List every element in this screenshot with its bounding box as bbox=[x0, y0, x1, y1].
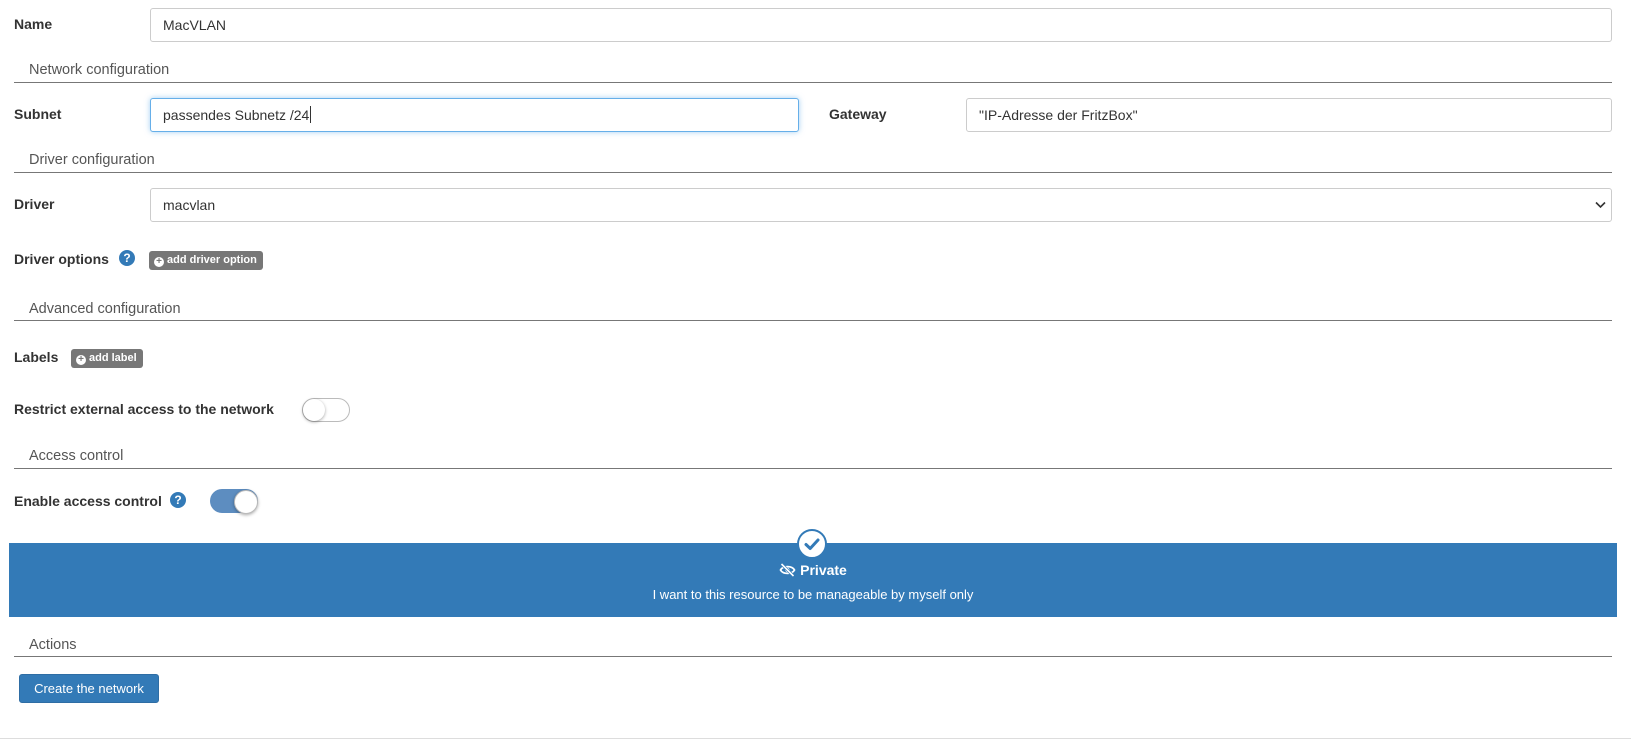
driver-select-value: macvlan bbox=[163, 197, 216, 213]
plus-circle-icon: + bbox=[154, 257, 164, 267]
actions-divider bbox=[14, 656, 1612, 657]
question-icon[interactable]: ? bbox=[119, 250, 135, 266]
name-label: Name bbox=[14, 16, 53, 32]
page-bottom-divider bbox=[0, 738, 1631, 739]
restrict-access-toggle[interactable] bbox=[302, 398, 350, 422]
toggle-knob bbox=[234, 490, 258, 514]
add-driver-option-button[interactable]: + add driver option bbox=[149, 251, 263, 270]
driver-configuration-divider bbox=[14, 172, 1612, 173]
driver-configuration-title: Driver configuration bbox=[29, 152, 155, 168]
subnet-input-value: passendes Subnetz /24 bbox=[163, 107, 310, 123]
network-configuration-title: Network configuration bbox=[29, 62, 170, 78]
access-control-title: Access control bbox=[29, 448, 124, 464]
subnet-label: Subnet bbox=[14, 106, 62, 122]
gateway-input-value: "IP-Adresse der FritzBox" bbox=[979, 107, 1138, 123]
gateway-label: Gateway bbox=[829, 106, 887, 122]
subnet-input[interactable]: passendes Subnetz /24 bbox=[150, 98, 799, 132]
question-icon[interactable]: ? bbox=[170, 492, 186, 508]
chevron-down-icon bbox=[1595, 201, 1606, 209]
labels-label: Labels bbox=[14, 349, 59, 365]
restrict-access-label: Restrict external access to the network bbox=[14, 401, 274, 417]
private-title-row: Private bbox=[9, 562, 1617, 578]
driver-select[interactable]: macvlan bbox=[150, 188, 1612, 222]
driver-label: Driver bbox=[14, 196, 55, 212]
actions-title: Actions bbox=[29, 637, 77, 653]
network-configuration-divider bbox=[14, 82, 1612, 83]
toggle-knob bbox=[303, 399, 325, 421]
access-control-divider bbox=[14, 468, 1612, 469]
create-network-button[interactable]: Create the network bbox=[19, 674, 159, 703]
enable-access-control-label: Enable access control bbox=[14, 493, 162, 509]
name-input-value: MacVLAN bbox=[163, 17, 227, 33]
advanced-configuration-title: Advanced configuration bbox=[29, 301, 181, 317]
private-description: I want to this resource to be manageable… bbox=[652, 587, 974, 602]
check-icon bbox=[797, 529, 827, 559]
add-label-label: add label bbox=[89, 352, 137, 364]
text-cursor bbox=[310, 106, 312, 123]
name-input[interactable]: MacVLAN bbox=[150, 8, 1612, 42]
add-driver-option-label: add driver option bbox=[167, 254, 257, 266]
add-label-button[interactable]: + add label bbox=[71, 349, 143, 368]
plus-circle-icon: + bbox=[76, 355, 86, 365]
driver-options-label: Driver options bbox=[14, 251, 109, 267]
private-title: Private bbox=[800, 562, 847, 578]
eye-slash-icon bbox=[779, 562, 796, 578]
advanced-configuration-divider bbox=[14, 320, 1612, 321]
enable-access-control-toggle[interactable] bbox=[210, 489, 258, 514]
gateway-input[interactable]: "IP-Adresse der FritzBox" bbox=[966, 98, 1612, 132]
